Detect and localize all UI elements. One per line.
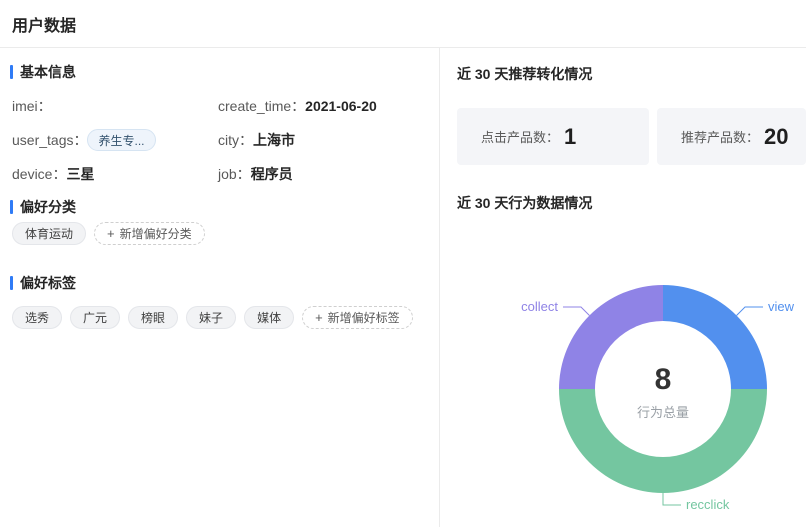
field-value: 程序员 <box>251 164 293 184</box>
page-header: 用户数据 <box>0 0 806 48</box>
preference-category-tags: 体育运动 + 新增偏好分类 <box>12 222 429 245</box>
donut-slice-view[interactable] <box>663 285 767 389</box>
field-label: city： <box>218 130 253 150</box>
preference-tag-tag: 媒体 <box>244 306 294 329</box>
field-label: user_tags： <box>12 130 87 150</box>
stat-card: 点击产品数： 1 <box>457 108 649 165</box>
stat-card-label: 推荐产品数： <box>681 127 759 146</box>
stat-card-label: 点击产品数： <box>481 127 559 146</box>
section-accent-bar <box>10 65 13 79</box>
basic-info-panel: 基本信息 imei：create_time：2021-06-20user_tag… <box>0 48 440 527</box>
donut-center-label: 行为总量 <box>637 405 689 420</box>
field-label: job： <box>218 164 251 184</box>
basic-info-field: user_tags：养生专... <box>12 123 218 157</box>
stats-panel: 近 30 天推荐转化情况 点击产品数： 1 推荐产品数： 20 近 30 天行为数据情… <box>440 48 806 527</box>
section-accent-bar <box>10 276 13 290</box>
preference-tag-tag: 榜眼 <box>128 306 178 329</box>
user-data-page: 用户数据 基本信息 imei：create_time：2021-06-20use… <box>0 0 806 527</box>
basic-info-field: create_time：2021-06-20 <box>218 89 429 123</box>
basic-info-field: job：程序员 <box>218 157 429 191</box>
donut-slice-collect[interactable] <box>559 285 663 389</box>
field-label: device： <box>12 164 66 184</box>
basic-info-field: device：三星 <box>12 157 218 191</box>
basic-info-grid: imei：create_time：2021-06-20user_tags：养生专… <box>12 89 429 191</box>
basic-info-field: city：上海市 <box>218 123 429 157</box>
behavior-title: 近 30 天行为数据情况 <box>457 193 806 213</box>
section-title: 偏好标签 <box>20 273 76 293</box>
donut-label-line-collect <box>563 307 589 315</box>
donut-label-recclick: recclick <box>686 497 730 512</box>
preference-tag-tag: 选秀 <box>12 306 62 329</box>
basic-info-field: imei： <box>12 89 218 123</box>
preference-category-tag: 体育运动 <box>12 222 86 245</box>
field-label: create_time： <box>218 96 305 116</box>
section-header-preference-category: 偏好分类 <box>10 199 429 214</box>
page-title: 用户数据 <box>12 12 76 36</box>
field-value: 上海市 <box>253 130 295 150</box>
stat-card: 推荐产品数： 20 <box>657 108 806 165</box>
main-area: 基本信息 imei：create_time：2021-06-20user_tag… <box>0 48 806 527</box>
field-value: 2021-06-20 <box>305 98 377 114</box>
section-accent-bar <box>10 200 13 214</box>
behavior-donut-chart: view recclick collect 8 行为总量 <box>449 279 805 526</box>
add-preference-category-label: 新增偏好分类 <box>120 225 192 242</box>
section-title: 偏好分类 <box>20 197 76 217</box>
donut-label-line-view <box>737 307 763 315</box>
add-preference-category-button[interactable]: + 新增偏好分类 <box>94 222 205 245</box>
section-header-preference-tags: 偏好标签 <box>10 275 429 290</box>
donut-label-collect: collect <box>521 299 558 314</box>
add-preference-tag-label: 新增偏好标签 <box>328 309 400 326</box>
preference-tag-tag: 妹子 <box>186 306 236 329</box>
add-preference-tag-button[interactable]: + 新增偏好标签 <box>302 306 413 329</box>
stat-card-value: 20 <box>764 124 788 150</box>
donut-center-value: 8 <box>655 363 672 396</box>
conversion-cards: 点击产品数： 1 推荐产品数： 20 <box>457 108 806 165</box>
preference-tag-tags: 选秀广元榜眼妹子媒体 + 新增偏好标签 <box>12 306 429 329</box>
donut-label-line-recclick <box>663 493 681 505</box>
donut-label-view: view <box>768 299 795 314</box>
preference-tag-tag: 广元 <box>70 306 120 329</box>
section-header-basic-info: 基本信息 <box>10 64 429 79</box>
plus-icon: + <box>315 311 323 324</box>
stat-card-value: 1 <box>564 124 576 150</box>
user-tag-pill: 养生专... <box>87 129 155 151</box>
field-value: 三星 <box>66 164 94 184</box>
plus-icon: + <box>107 227 115 240</box>
conversion-title: 近 30 天推荐转化情况 <box>457 64 806 84</box>
section-title: 基本信息 <box>20 62 76 82</box>
field-label: imei： <box>12 96 52 116</box>
